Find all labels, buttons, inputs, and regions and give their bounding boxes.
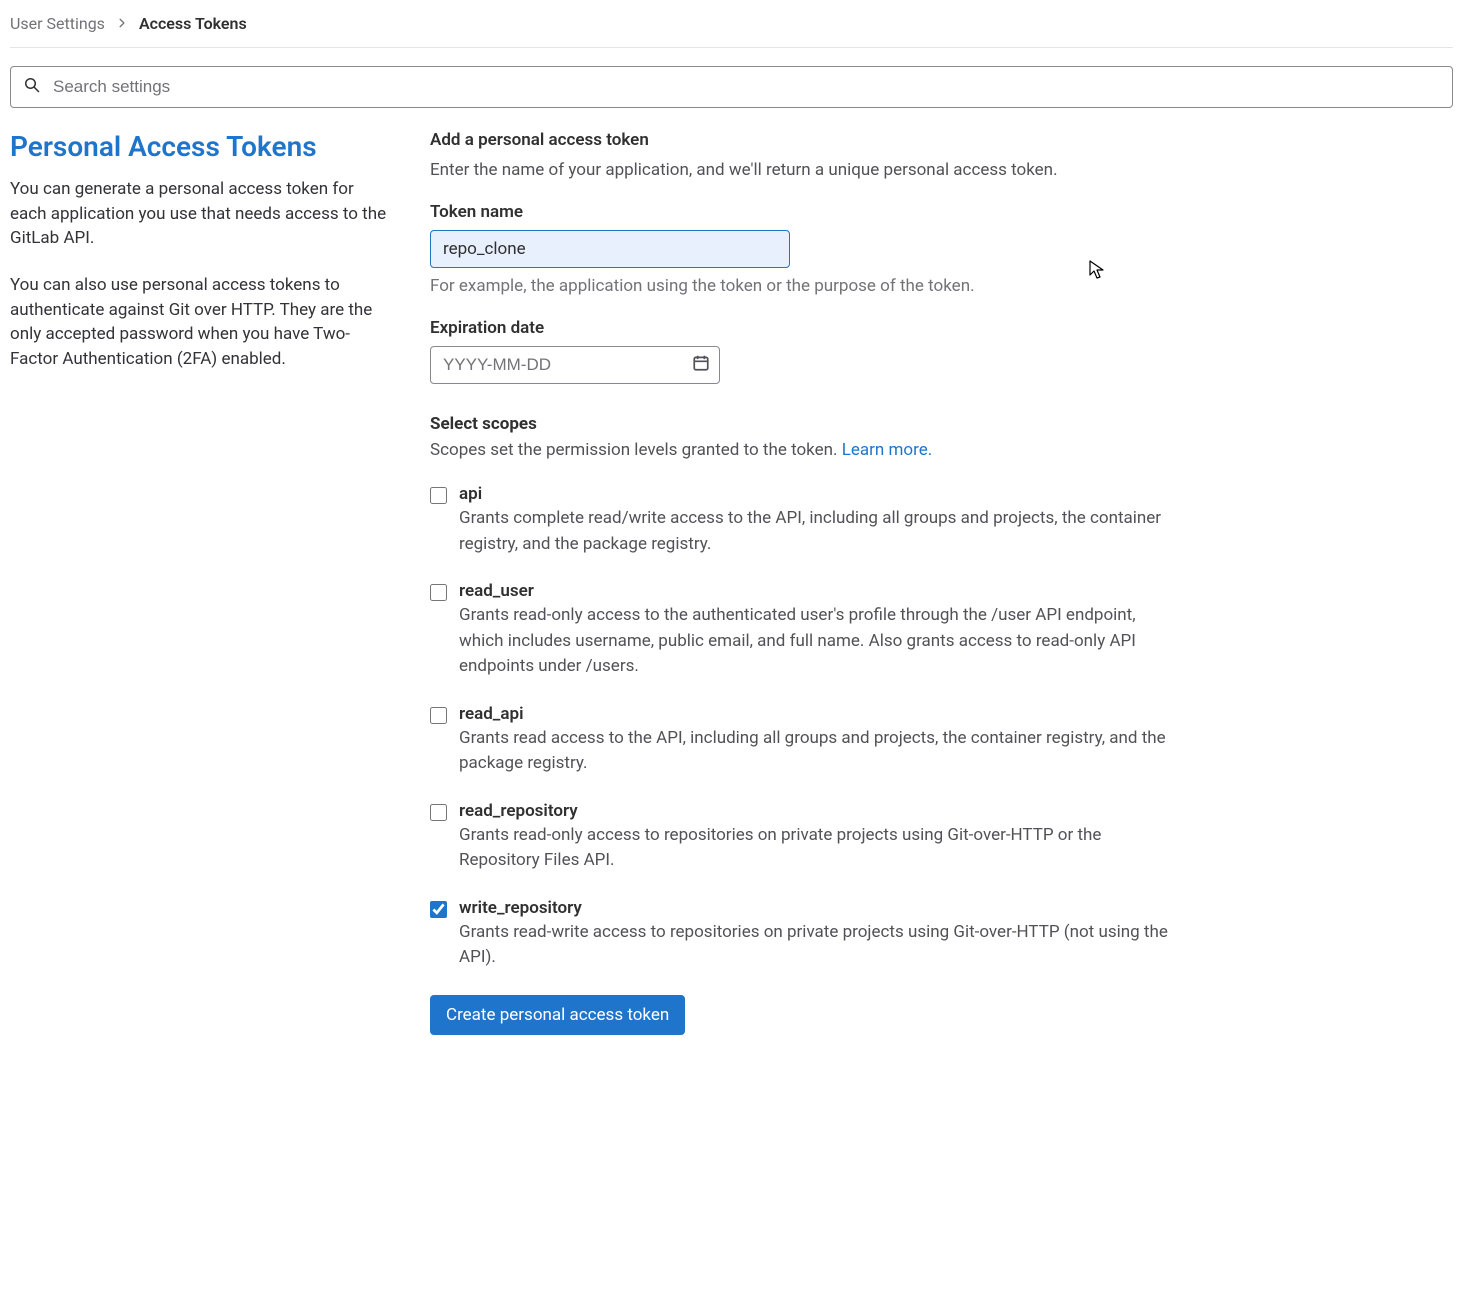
scope-desc: Grants complete read/write access to the… bbox=[459, 506, 1175, 557]
expiration-label: Expiration date bbox=[430, 318, 1175, 338]
page-title: Personal Access Tokens bbox=[10, 130, 390, 163]
scope-body: read_userGrants read-only access to the … bbox=[459, 581, 1175, 680]
create-token-button[interactable]: Create personal access token bbox=[430, 995, 685, 1035]
search-icon bbox=[24, 77, 40, 97]
breadcrumb: User Settings Access Tokens bbox=[10, 10, 1453, 48]
scope-name: read_api bbox=[459, 704, 1175, 724]
scope-checkbox-api[interactable] bbox=[430, 487, 447, 504]
scopes-list: apiGrants complete read/write access to … bbox=[430, 484, 1175, 971]
intro-para-1: You can generate a personal access token… bbox=[10, 177, 390, 251]
scope-desc: Grants read-write access to repositories… bbox=[459, 920, 1175, 971]
form-heading: Add a personal access token bbox=[430, 130, 1175, 150]
token-name-label: Token name bbox=[430, 202, 1175, 222]
scopes-sub-prefix: Scopes set the permission levels granted… bbox=[430, 440, 842, 460]
scope-item-read_user: read_userGrants read-only access to the … bbox=[430, 581, 1175, 680]
scope-body: apiGrants complete read/write access to … bbox=[459, 484, 1175, 557]
scope-desc: Grants read-only access to the authentic… bbox=[459, 603, 1175, 680]
breadcrumb-current: Access Tokens bbox=[139, 14, 247, 33]
scope-body: read_repositoryGrants read-only access t… bbox=[459, 801, 1175, 874]
search-container bbox=[10, 66, 1453, 108]
chevron-right-icon bbox=[117, 16, 127, 32]
scope-body: write_repositoryGrants read-write access… bbox=[459, 898, 1175, 971]
scope-item-api: apiGrants complete read/write access to … bbox=[430, 484, 1175, 557]
token-name-input[interactable] bbox=[430, 230, 790, 268]
scope-item-write_repository: write_repositoryGrants read-write access… bbox=[430, 898, 1175, 971]
search-input[interactable] bbox=[10, 66, 1453, 108]
scopes-heading: Select scopes bbox=[430, 414, 1175, 434]
scope-name: api bbox=[459, 484, 1175, 504]
scope-desc: Grants read access to the API, including… bbox=[459, 726, 1175, 777]
scope-name: read_user bbox=[459, 581, 1175, 601]
calendar-icon[interactable] bbox=[692, 354, 710, 376]
left-column: Personal Access Tokens You can generate … bbox=[10, 130, 390, 1035]
scope-name: read_repository bbox=[459, 801, 1175, 821]
form-subheading: Enter the name of your application, and … bbox=[430, 160, 1175, 180]
breadcrumb-parent[interactable]: User Settings bbox=[10, 14, 105, 33]
scope-checkbox-write_repository[interactable] bbox=[430, 901, 447, 918]
scope-checkbox-read_user[interactable] bbox=[430, 584, 447, 601]
learn-more-link[interactable]: Learn more. bbox=[842, 440, 933, 460]
form-column: Add a personal access token Enter the na… bbox=[430, 130, 1175, 1035]
scopes-subtext: Scopes set the permission levels granted… bbox=[430, 440, 1175, 460]
scope-checkbox-read_repository[interactable] bbox=[430, 804, 447, 821]
intro-para-2: You can also use personal access tokens … bbox=[10, 273, 390, 372]
expiration-input[interactable] bbox=[430, 346, 720, 384]
scope-body: read_apiGrants read access to the API, i… bbox=[459, 704, 1175, 777]
scope-item-read_repository: read_repositoryGrants read-only access t… bbox=[430, 801, 1175, 874]
scope-checkbox-read_api[interactable] bbox=[430, 707, 447, 724]
scope-desc: Grants read-only access to repositories … bbox=[459, 823, 1175, 874]
scope-name: write_repository bbox=[459, 898, 1175, 918]
token-name-help: For example, the application using the t… bbox=[430, 276, 1175, 296]
scope-item-read_api: read_apiGrants read access to the API, i… bbox=[430, 704, 1175, 777]
